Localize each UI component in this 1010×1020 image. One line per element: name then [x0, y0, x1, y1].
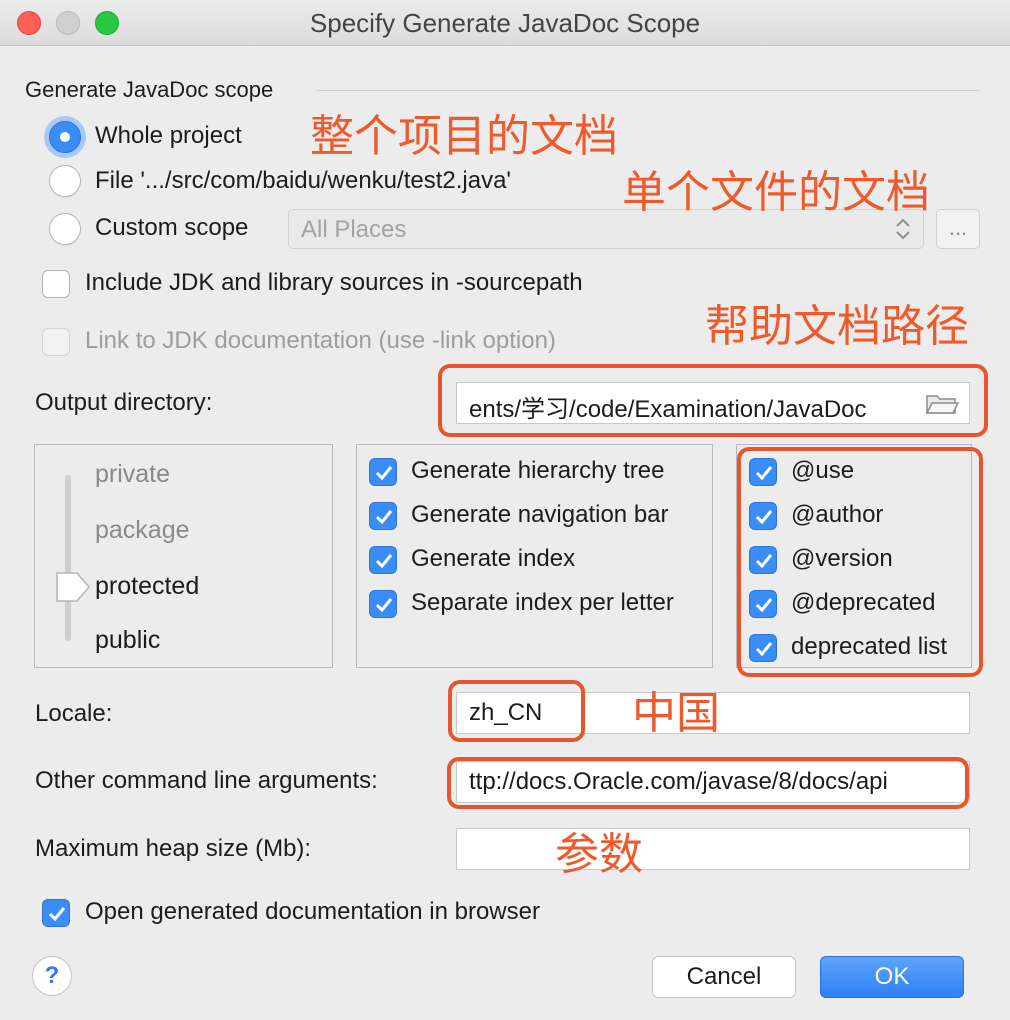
other-args-highlight: [447, 757, 969, 809]
file-radio[interactable]: [49, 165, 81, 197]
checkmark-icon: [375, 466, 393, 481]
output-directory-label: Output directory:: [35, 389, 213, 416]
generate-index-checkbox[interactable]: [369, 546, 397, 574]
visibility-public[interactable]: public: [95, 626, 160, 655]
window-title: Specify Generate JavaDoc Scope: [309, 8, 701, 38]
scope-heading: Generate JavaDoc scope: [25, 77, 274, 102]
visibility-private[interactable]: private: [95, 460, 170, 489]
locale-highlight: [448, 680, 585, 742]
browse-scope-button[interactable]: ...: [936, 209, 980, 249]
checkmark-icon: [48, 907, 66, 922]
visibility-slider-thumb[interactable]: [55, 570, 91, 604]
link-jdk-label: Link to JDK documentation (use -link opt…: [85, 327, 556, 354]
visibility-slider-track[interactable]: [65, 475, 71, 641]
whole-project-label[interactable]: Whole project: [95, 122, 242, 150]
cancel-button[interactable]: Cancel: [652, 956, 796, 998]
open-browser-checkbox[interactable]: [42, 899, 70, 927]
checkmark-icon: [375, 510, 393, 525]
separate-index-label[interactable]: Separate index per letter: [411, 589, 674, 617]
navigation-bar-label[interactable]: Generate navigation bar: [411, 501, 669, 529]
heap-size-field[interactable]: [456, 828, 970, 870]
annotation-single-file: 单个文件的文档: [622, 168, 930, 217]
visibility-package[interactable]: package: [95, 516, 190, 545]
help-button[interactable]: ?: [32, 956, 72, 996]
annotation-china: 中国: [632, 689, 720, 738]
hierarchy-tree-label[interactable]: Generate hierarchy tree: [411, 457, 664, 485]
custom-scope-label[interactable]: Custom scope: [95, 214, 248, 242]
custom-scope-value: All Places: [301, 216, 407, 243]
generate-options-panel: Generate hierarchy tree Generate navigat…: [356, 444, 713, 668]
visibility-panel: [34, 444, 333, 668]
scope-separator: [316, 90, 980, 91]
visibility-protected[interactable]: protected: [95, 572, 199, 601]
tags-highlight: [737, 447, 983, 677]
annotation-help-doc-path: 帮助文档路径: [705, 302, 969, 351]
link-jdk-checkbox: [42, 328, 70, 356]
locale-label: Locale:: [35, 700, 113, 727]
include-jdk-label[interactable]: Include JDK and library sources in -sour…: [85, 269, 583, 297]
output-directory-highlight: [438, 364, 988, 437]
checkmark-icon: [375, 554, 393, 569]
title-bar: Specify Generate JavaDoc Scope: [0, 0, 1010, 46]
open-browser-label[interactable]: Open generated documentation in browser: [85, 898, 540, 926]
checkmark-icon: [375, 598, 393, 613]
separate-index-checkbox[interactable]: [369, 590, 397, 618]
heap-size-label: Maximum heap size (Mb):: [35, 835, 312, 862]
file-label[interactable]: File '.../src/com/baidu/wenku/test2.java…: [95, 167, 511, 195]
custom-scope-radio[interactable]: [49, 213, 81, 245]
annotation-params: 参数: [555, 830, 643, 879]
hierarchy-tree-checkbox[interactable]: [369, 458, 397, 486]
ok-button[interactable]: OK: [820, 956, 964, 998]
annotation-whole-project: 整个项目的文档: [310, 112, 618, 161]
navigation-bar-checkbox[interactable]: [369, 502, 397, 530]
include-jdk-checkbox[interactable]: [42, 270, 70, 298]
generate-index-label[interactable]: Generate index: [411, 545, 575, 573]
whole-project-radio[interactable]: [49, 121, 81, 153]
other-args-label: Other command line arguments:: [35, 767, 378, 794]
